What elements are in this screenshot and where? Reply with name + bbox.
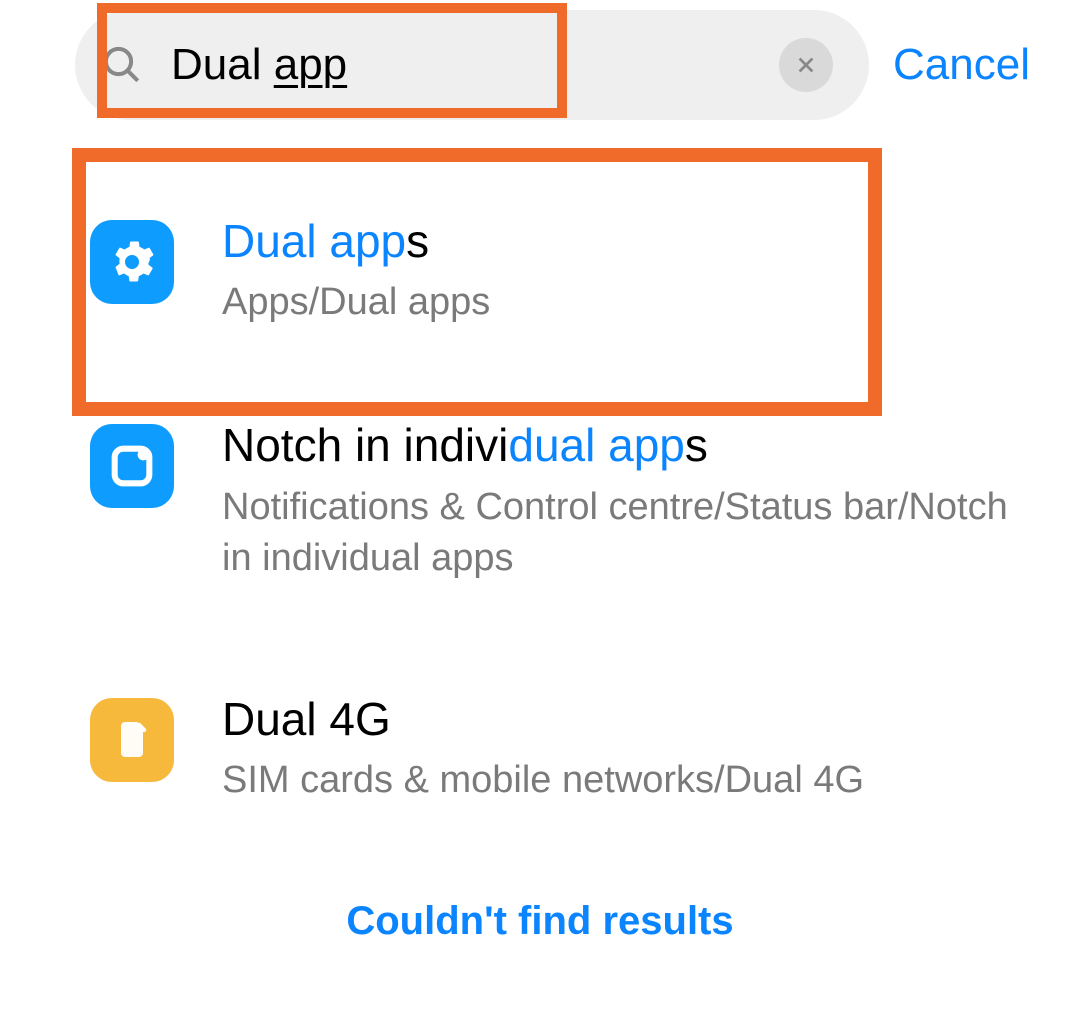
notch-icon [90, 424, 174, 508]
search-result-dual-apps[interactable]: Dual apps Apps/Dual apps [0, 130, 1080, 388]
clear-search-button[interactable] [779, 38, 833, 92]
result-path: Apps/Dual apps [222, 277, 1040, 328]
close-icon [795, 54, 817, 76]
search-result-dual-4g[interactable]: Dual 4G SIM cards & mobile networks/Dual… [0, 632, 1080, 854]
cancel-button[interactable]: Cancel [893, 40, 1040, 90]
result-title: Notch in individual apps [222, 418, 1040, 473]
search-result-notch-individual-apps[interactable]: Notch in individual apps Notifications &… [0, 388, 1080, 632]
search-icon [101, 44, 143, 86]
search-field[interactable]: Dual app [75, 10, 869, 120]
result-title: Dual apps [222, 214, 1040, 269]
no-results-link[interactable]: Couldn't find results [0, 855, 1080, 944]
gear-icon [90, 220, 174, 304]
result-path: Notifications & Control centre/Status ba… [222, 482, 1040, 585]
search-query-text: Dual app [171, 40, 779, 90]
search-bar-row: Dual app Cancel [0, 0, 1080, 130]
search-results-list: Dual apps Apps/Dual apps Notch in indivi… [0, 130, 1080, 855]
result-path: SIM cards & mobile networks/Dual 4G [222, 755, 1040, 806]
sim-icon [90, 698, 174, 782]
result-title: Dual 4G [222, 692, 1040, 747]
